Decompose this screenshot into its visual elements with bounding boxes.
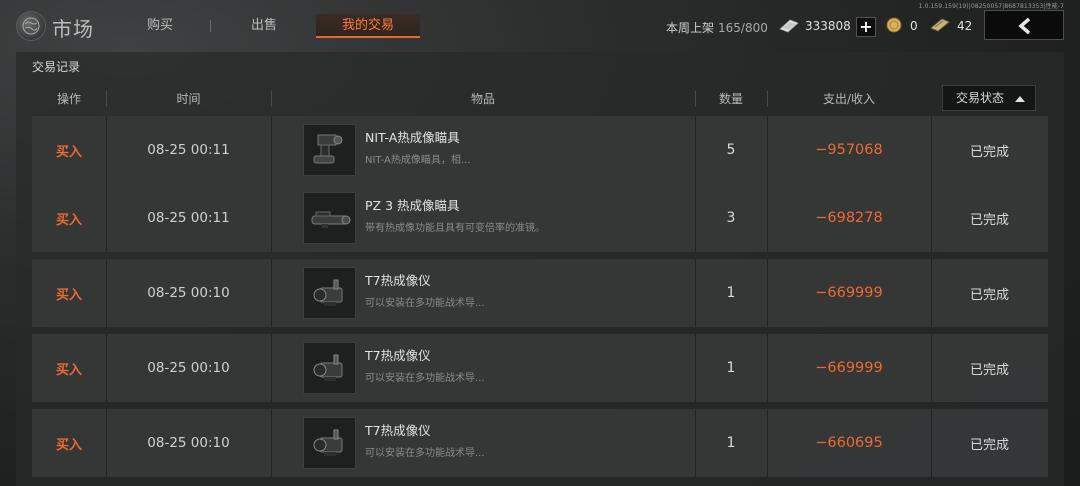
column-header-amount: 支出/收入: [822, 92, 876, 106]
trade-row[interactable]: 买入 08-25 00:11 NIT-A热成像瞄具 NIT-A热成像瞄具，相... 5 −…: [32, 116, 1048, 184]
row-divider: [271, 184, 272, 252]
status-sort-button[interactable]: 交易状态: [942, 85, 1036, 111]
item-description: 带有热成像功能且具有可变倍率的准镜。: [365, 223, 545, 234]
tab-divider: [210, 20, 211, 32]
add-currency-button[interactable]: +: [856, 17, 876, 37]
trade-amount: −669999: [815, 360, 883, 376]
item-thumbnail[interactable]: [303, 417, 356, 469]
chevron-left-icon: [1018, 17, 1031, 35]
trade-time: 08-25 00:11: [147, 210, 230, 226]
trade-quantity: 5: [726, 142, 736, 158]
item-name: NIT-A热成像瞄具: [365, 130, 460, 145]
item-description: 可以安装在多功能战术导...: [365, 298, 485, 309]
item-name: PZ 3 热成像瞄具: [365, 198, 460, 213]
column-header-quantity: 数量: [718, 92, 743, 106]
row-divider: [271, 259, 272, 327]
weekly-listing-value: 165/800: [718, 21, 768, 35]
item-description: 可以安装在多功能战术导...: [365, 373, 485, 384]
trade-row[interactable]: 买入 08-25 00:10 T7热成像仪可以安装在多功能战术导... 1 −66999…: [32, 334, 1048, 402]
trade-status: 已完成: [969, 144, 1009, 160]
tab-sell[interactable]: 出售: [232, 14, 296, 38]
item-description: NIT-A热成像瞄具，相...: [365, 155, 471, 166]
note-currency: 42: [930, 15, 972, 37]
trade-action: 买入: [55, 437, 82, 453]
trade-row[interactable]: 买入 08-25 00:10 T7热成像仪可以安装在多功能战术导... 1 −66069…: [32, 409, 1048, 477]
trade-amount: −660695: [815, 435, 883, 451]
item-thumbnail[interactable]: [303, 192, 356, 244]
gold-currency: 0: [886, 15, 918, 37]
row-divider: [271, 116, 272, 184]
trade-quantity: 1: [726, 435, 736, 451]
section-title: 交易记录: [32, 60, 81, 74]
trade-action: 买入: [55, 362, 82, 378]
trade-time: 08-25 00:10: [147, 360, 230, 376]
page-title: 市场: [52, 17, 94, 41]
trade-amount: −698278: [815, 210, 883, 226]
banknote-icon: [930, 17, 950, 36]
gold-coin-icon: [886, 17, 902, 36]
row-divider: [271, 409, 272, 477]
trade-action: 买入: [55, 212, 82, 228]
trade-time: 08-25 00:10: [147, 435, 230, 451]
trade-row[interactable]: 买入 08-25 00:10 T7热成像仪可以安装在多功能战术导... 1 −66999…: [32, 259, 1048, 327]
caret-up-icon: [1015, 96, 1025, 102]
trade-quantity: 3: [726, 210, 736, 226]
trade-quantity: 1: [726, 285, 736, 301]
silver-value: 333808: [805, 19, 851, 33]
trade-amount: −669999: [815, 285, 883, 301]
trade-action: 买入: [55, 144, 82, 160]
silver-currency: 333808: [778, 15, 851, 37]
trade-time: 08-25 00:11: [147, 142, 230, 158]
note-value: 42: [957, 19, 973, 33]
silver-bar-icon: [778, 17, 800, 36]
trade-status: 已完成: [969, 437, 1009, 453]
top-bar: 市场 购买 出售 我的交易 本周上架 165/800 333808 + 0 42: [0, 0, 1080, 52]
trade-amount: −957068: [815, 142, 883, 158]
column-header-action: 操作: [56, 92, 81, 106]
item-name: T7热成像仪: [365, 423, 431, 438]
column-header-status: 交易状态: [956, 91, 1005, 105]
column-header-item: 物品: [470, 92, 495, 106]
column-header-time: 时间: [176, 92, 201, 106]
trade-time: 08-25 00:10: [147, 285, 230, 301]
tab-buy[interactable]: 购买: [128, 14, 192, 38]
item-thumbnail[interactable]: [303, 124, 356, 176]
weekly-listing-label: 本周上架: [666, 21, 715, 35]
row-divider: [271, 334, 272, 402]
trade-status: 已完成: [969, 287, 1009, 303]
trade-quantity: 1: [726, 360, 736, 376]
trade-status: 已完成: [969, 212, 1009, 228]
weekly-listing-count: 本周上架 165/800: [666, 19, 768, 36]
trade-action: 买入: [55, 287, 82, 303]
tab-my-trades[interactable]: 我的交易: [316, 14, 420, 38]
table-header: 操作 时间 物品 数量 支出/收入: [16, 86, 1064, 112]
item-name: T7热成像仪: [365, 348, 431, 363]
back-button[interactable]: [984, 10, 1064, 40]
item-thumbnail[interactable]: [303, 267, 356, 319]
market-globe-icon: [16, 11, 46, 41]
item-description: 可以安装在多功能战术导...: [365, 448, 485, 459]
trade-row[interactable]: 买入 08-25 00:11 PZ 3 热成像瞄具带有热成像功能且具有可变倍率的准镜…: [32, 184, 1048, 252]
item-thumbnail[interactable]: [303, 342, 356, 394]
gold-value: 0: [910, 19, 918, 33]
trade-status: 已完成: [969, 362, 1009, 378]
item-name: T7热成像仪: [365, 273, 431, 288]
